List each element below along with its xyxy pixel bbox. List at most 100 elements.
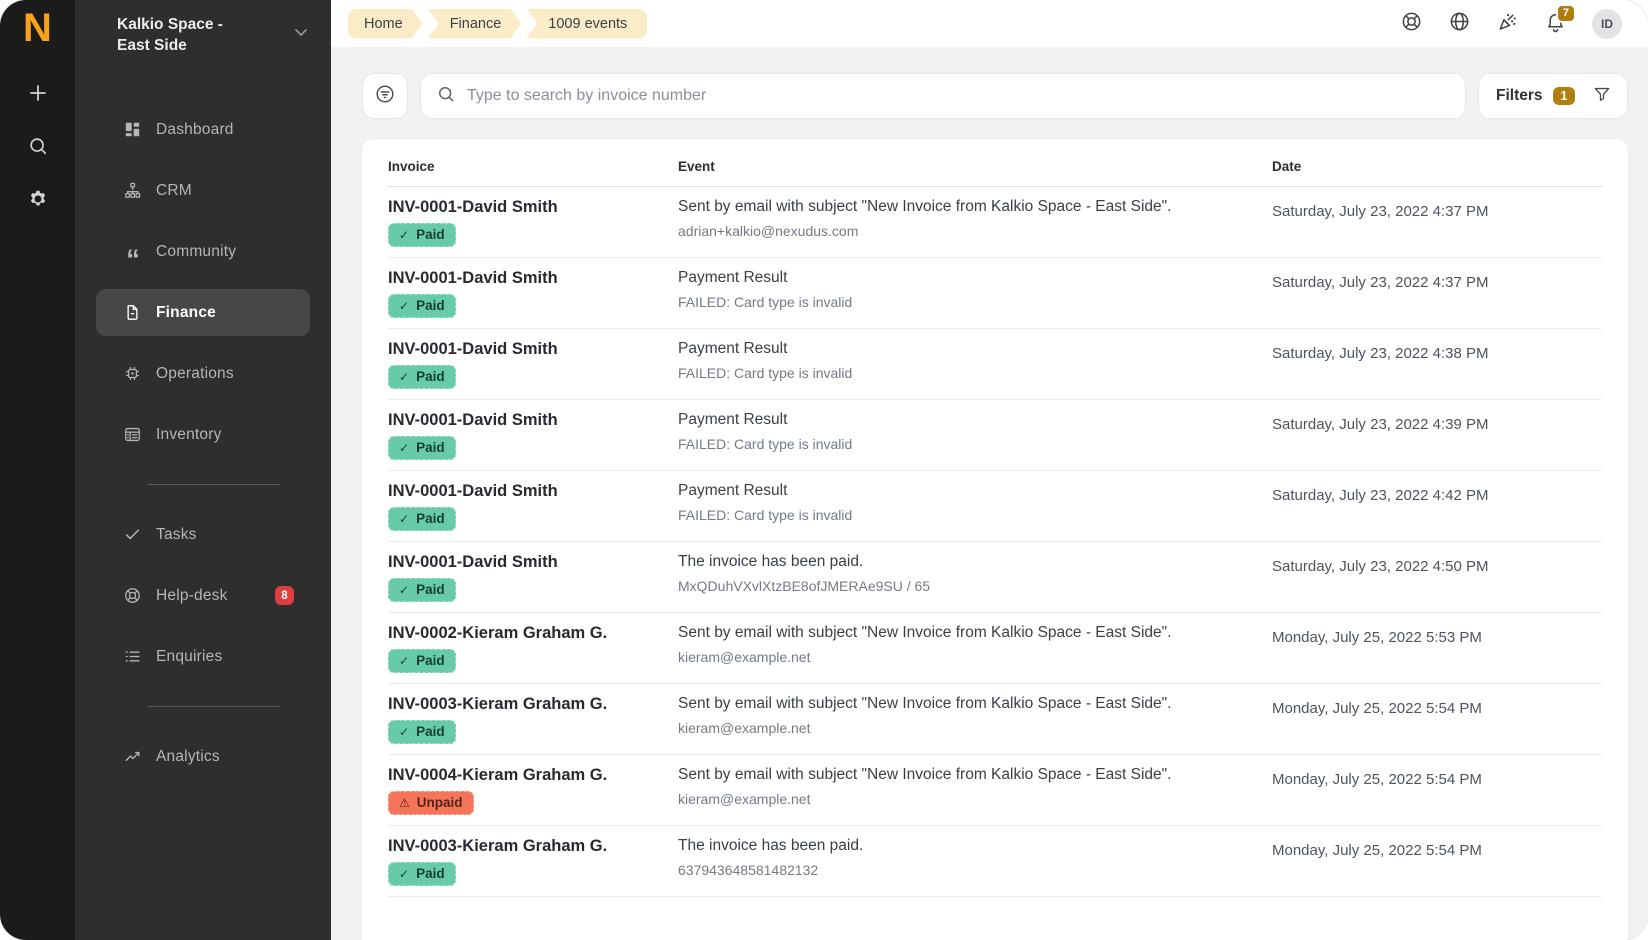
invoice-cell: INV-0003-Kieram Graham G. ✓ Paid <box>388 694 678 744</box>
sidebar-item-finance[interactable]: Finance <box>96 289 310 336</box>
chevron-down-icon <box>291 22 311 47</box>
breadcrumb-events[interactable]: 1009 events <box>526 9 647 39</box>
globe-icon <box>1448 10 1471 38</box>
table-row[interactable]: INV-0004-Kieram Graham G. ⚠ Unpaid Sent … <box>388 755 1602 826</box>
search-input[interactable] <box>467 87 1450 105</box>
sidebar-item-inventory[interactable]: Inventory <box>96 411 310 458</box>
table-row[interactable]: INV-0001-David Smith ✓ Paid Sent by emai… <box>388 187 1602 258</box>
whats-new-button[interactable] <box>1496 12 1519 35</box>
table-header: Invoice Event Date <box>388 139 1602 187</box>
sidebar-item-operations[interactable]: Operations <box>96 350 310 397</box>
life-ring-icon <box>122 586 142 606</box>
table-row[interactable]: INV-0003-Kieram Graham G. ✓ Paid Sent by… <box>388 684 1602 755</box>
column-header-invoice[interactable]: Invoice <box>388 159 678 174</box>
event-date: Saturday, July 23, 2022 4:37 PM <box>1272 197 1602 247</box>
event-cell: Sent by email with subject "New Invoice … <box>678 623 1272 673</box>
workspace-switcher[interactable]: Kalkio Space - East Side <box>75 14 331 56</box>
invoice-number: INV-0001 <box>388 411 457 429</box>
invoice-cell: INV-0004-Kieram Graham G. ⚠ Unpaid <box>388 765 678 815</box>
status-badge: ✓ Paid <box>388 223 456 247</box>
crm-icon <box>122 181 142 201</box>
global-search-button[interactable] <box>25 135 51 161</box>
check-icon: ✓ <box>399 442 409 454</box>
event-detail: 637943648581482132 <box>678 861 1248 880</box>
invoice-customer: Kieram Graham G. <box>462 624 607 642</box>
event-detail: kieram@example.net <box>678 648 1248 667</box>
sidebar-item-helpdesk[interactable]: Help-desk 8 <box>96 572 310 619</box>
table-row[interactable]: INV-0001-David Smith ✓ Paid Payment Resu… <box>388 471 1602 542</box>
event-cell: Sent by email with subject "New Invoice … <box>678 765 1272 815</box>
event-detail: FAILED: Card type is invalid <box>678 435 1248 454</box>
event-detail: adrian+kalkio@nexudus.com <box>678 222 1248 241</box>
sidebar: Kalkio Space - East Side Dashboard CRM “… <box>75 0 331 940</box>
status-badge: ✓ Paid <box>388 862 456 886</box>
invoice-number: INV-0002 <box>388 624 457 642</box>
language-button[interactable] <box>1448 12 1471 35</box>
breadcrumb: Home Finance 1009 events <box>348 9 647 39</box>
document-icon <box>122 303 142 323</box>
workspace-name: Kalkio Space - East Side <box>117 14 291 56</box>
table-row[interactable]: INV-0003-Kieram Graham G. ✓ Paid The inv… <box>388 826 1602 897</box>
status-badge: ✓ Paid <box>388 578 456 602</box>
add-button[interactable] <box>25 82 51 108</box>
status-badge: ✓ Paid <box>388 436 456 460</box>
filters-button[interactable]: Filters 1 <box>1478 73 1628 119</box>
breadcrumb-finance[interactable]: Finance <box>428 9 522 39</box>
help-button[interactable] <box>1400 12 1423 35</box>
event-title: Sent by email with subject "New Invoice … <box>678 623 1248 643</box>
breadcrumb-home[interactable]: Home <box>348 9 423 39</box>
sidebar-item-tasks[interactable]: Tasks <box>96 511 310 558</box>
table-row[interactable]: INV-0001-David Smith ✓ Paid Payment Resu… <box>388 329 1602 400</box>
event-title: The invoice has been paid. <box>678 552 1248 572</box>
invoice-number: INV-0003 <box>388 837 457 855</box>
invoice-number: INV-0004 <box>388 766 457 784</box>
sidebar-item-label: Help-desk <box>156 587 228 605</box>
icon-rail: N <box>0 0 75 940</box>
event-cell: Payment Result FAILED: Card type is inva… <box>678 268 1272 318</box>
sidebar-nav: Dashboard CRM “ Community Finance Operat… <box>75 106 331 780</box>
sidebar-item-label: Finance <box>156 304 216 322</box>
sidebar-item-analytics[interactable]: Analytics <box>96 733 310 780</box>
status-badge: ⚠ Unpaid <box>388 791 474 815</box>
table-row[interactable]: INV-0001-David Smith ✓ Paid The invoice … <box>388 542 1602 613</box>
status-badge: ✓ Paid <box>388 507 456 531</box>
invoice-customer: David Smith <box>462 553 557 571</box>
settings-button[interactable] <box>25 188 51 214</box>
sidebar-item-label: CRM <box>156 182 192 200</box>
status-badge: ✓ Paid <box>388 294 456 318</box>
table-row[interactable]: INV-0001-David Smith ✓ Paid Payment Resu… <box>388 400 1602 471</box>
sidebar-item-label: Community <box>156 243 236 261</box>
event-detail: kieram@example.net <box>678 719 1248 738</box>
sidebar-item-enquiries[interactable]: Enquiries <box>96 633 310 680</box>
search-bar <box>420 73 1466 119</box>
sidebar-item-label: Analytics <box>156 748 220 766</box>
events-table-card: Invoice Event Date INV-0001-David Smith … <box>362 139 1628 940</box>
sidebar-item-label: Inventory <box>156 426 222 444</box>
notifications-button[interactable]: 7 <box>1544 12 1567 35</box>
app-frame: N Kalkio Space - East Side Dashboa <box>0 0 1648 940</box>
table-row[interactable]: INV-0002-Kieram Graham G. ✓ Paid Sent by… <box>388 613 1602 684</box>
event-date: Monday, July 25, 2022 5:54 PM <box>1272 694 1602 744</box>
invoice-cell: INV-0003-Kieram Graham G. ✓ Paid <box>388 836 678 886</box>
invoice-number: INV-0001 <box>388 340 457 358</box>
table-body: INV-0001-David Smith ✓ Paid Sent by emai… <box>388 187 1602 897</box>
column-header-event[interactable]: Event <box>678 159 1272 174</box>
view-options-button[interactable] <box>362 73 408 119</box>
table-row[interactable]: INV-0001-David Smith ✓ Paid Payment Resu… <box>388 258 1602 329</box>
status-badge: ✓ Paid <box>388 649 456 673</box>
invoice-number: INV-0001 <box>388 198 457 216</box>
sidebar-item-dashboard[interactable]: Dashboard <box>96 106 310 153</box>
sidebar-item-crm[interactable]: CRM <box>96 167 310 214</box>
sidebar-item-community[interactable]: “ Community <box>96 228 310 275</box>
search-icon <box>436 84 456 109</box>
list-icon <box>122 647 142 667</box>
event-date: Saturday, July 23, 2022 4:42 PM <box>1272 481 1602 531</box>
invoice-number: INV-0001 <box>388 269 457 287</box>
invoice-customer: David Smith <box>462 411 557 429</box>
avatar[interactable]: ID <box>1592 9 1622 39</box>
plus-icon <box>26 81 50 110</box>
warning-icon: ⚠ <box>399 797 410 809</box>
toolbar: Filters 1 <box>362 73 1628 119</box>
column-header-date[interactable]: Date <box>1272 159 1602 174</box>
invoice-cell: INV-0001-David Smith ✓ Paid <box>388 268 678 318</box>
